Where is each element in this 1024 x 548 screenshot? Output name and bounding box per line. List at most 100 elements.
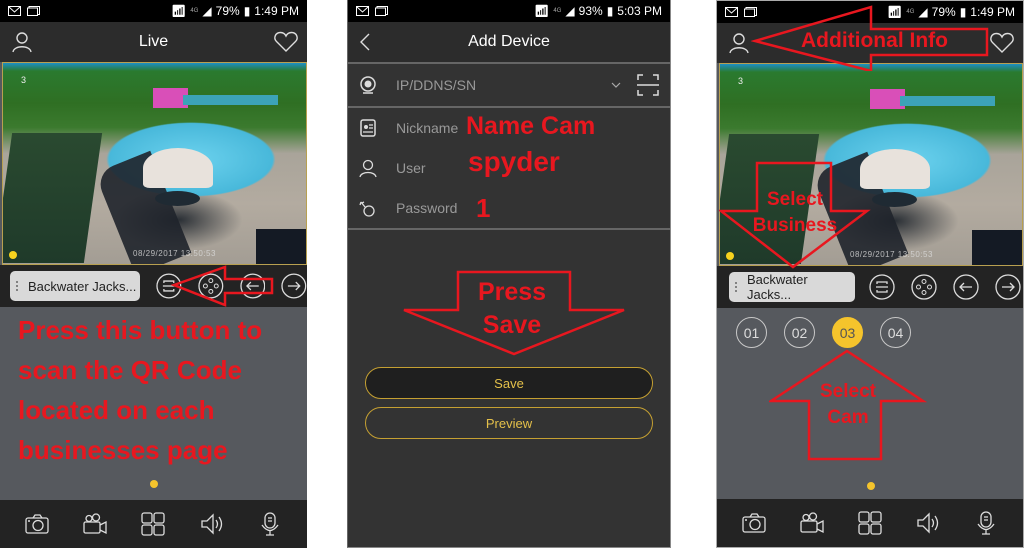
bottom-toolbar [717,499,1023,547]
video-timestamp: 08/29/2017 13:50:53 [133,249,216,258]
camera-number: 3 [738,76,744,86]
wifi-icon: 📶︎ [887,5,903,19]
status-bar: 📶︎ 4G ◢ 93% ▮ 5:03 PM [348,0,670,22]
live-screen: 📶︎ 4G ◢ 79% ▮ 1:49 PM Live 3 08/29/2017 … [0,0,307,548]
device-name: Backwater Jacks... [28,278,137,294]
annotation-password-value: 1 [476,193,491,223]
favorite-heart-icon[interactable] [989,31,1015,55]
multi-view-grid-icon[interactable] [139,510,167,538]
page-indicator [867,482,875,490]
wifi-icon: 📶︎ [171,4,187,18]
device-name: Backwater Jacks... [746,272,808,302]
battery-icon: ▮ [606,4,614,18]
nav-bar: Live [0,22,307,62]
nav-bar: Add Device [348,22,670,62]
page-title: Add Device [468,33,550,50]
qr-scan-icon[interactable] [156,273,182,299]
drag-handle-icon [16,281,22,291]
next-arrow-icon[interactable] [281,273,307,299]
add-device-screen: 📶︎ 4G ◢ 93% ▮ 5:03 PM Add Device IP/DDNS… [347,0,671,548]
dropdown-chevron-icon[interactable] [610,79,622,91]
password-field[interactable]: Password [348,190,670,226]
webcam-icon [360,76,376,94]
camera-number: 3 [21,75,27,85]
recording-indicator [726,252,734,260]
status-bar: 📶︎ 4G ◢ 79% ▮ 1:49 PM [717,1,1023,23]
snapshot-camera-icon[interactable] [740,509,768,537]
clock: 5:03 PM [617,4,662,18]
signal-icon: ◢ [202,4,212,18]
video-timestamp: 08/29/2017 13:50:53 [850,250,933,259]
drag-handle-icon [735,282,741,292]
talk-microphone-icon[interactable] [972,509,1000,537]
annotation-select-business: Select Business [752,189,838,236]
email-notification-icon [8,6,21,16]
save-button[interactable]: Save [365,367,653,399]
battery-percent: 93% [578,4,603,18]
next-arrow-icon[interactable] [995,274,1021,300]
ptz-control-icon[interactable] [198,273,224,299]
annotation-name-cam: Name Cam [466,112,596,140]
control-bar: Backwater Jacks... [0,265,307,307]
page-indicator [150,480,158,488]
nickname-label: Nickname [396,120,459,136]
user-icon[interactable] [727,31,751,55]
audio-speaker-icon[interactable] [198,510,226,538]
battery-icon: ▮ [959,5,967,19]
record-video-icon[interactable] [81,510,109,538]
qr-scan-icon[interactable] [869,274,895,300]
email-notification-icon [725,7,738,17]
channel-button-01[interactable]: 01 [736,317,767,348]
qr-scan-icon[interactable] [636,73,660,97]
clock: 1:49 PM [254,4,299,18]
signal-icon: ◢ [918,5,928,19]
channel-button-04[interactable]: 04 [880,317,911,348]
address-placeholder: IP/DDNS/SN [396,77,477,93]
key-icon [359,201,375,217]
id-card-icon [360,119,376,137]
annotation-select-cam: Select Cam [820,381,876,428]
battery-percent: 79% [931,5,956,19]
network-type: 4G [553,8,562,14]
clock: 1:49 PM [970,5,1015,19]
snapshot-camera-icon[interactable] [23,510,51,538]
user-icon [359,159,377,178]
user-label: User [396,160,426,176]
channel-button-02[interactable]: 02 [784,317,815,348]
device-selector[interactable]: Backwater Jacks... [729,272,855,302]
network-type: 4G [906,9,915,15]
live-video-feed[interactable]: 3 08/29/2017 13:50:53 [2,62,307,265]
annotation-qr-instructions: Press this button to scan the QR Code lo… [18,315,263,465]
previous-arrow-icon[interactable] [240,273,266,299]
talk-microphone-icon[interactable] [256,510,284,538]
page-title: Live [138,33,169,50]
ptz-control-icon[interactable] [911,274,937,300]
email-notification-icon [356,6,369,16]
user-icon[interactable] [10,30,34,54]
multi-view-grid-icon[interactable] [856,509,884,537]
previous-arrow-icon[interactable] [953,274,979,300]
message-notification-icon [375,6,388,16]
battery-percent: 79% [215,4,240,18]
device-selector[interactable]: Backwater Jacks... [10,271,141,301]
favorite-heart-icon[interactable] [273,30,299,54]
message-notification-icon [744,7,757,17]
message-notification-icon [27,6,40,16]
control-bar: Backwater Jacks... [717,266,1023,308]
address-field[interactable]: IP/DDNS/SN [348,64,670,106]
recording-indicator [9,251,17,259]
preview-button[interactable]: Preview [365,407,653,439]
annotation-press-save: Press Save [477,278,547,339]
annotation-additional-info: Additional Info [801,29,948,52]
wifi-icon: 📶︎ [534,4,550,18]
bottom-toolbar [0,500,307,548]
audio-speaker-icon[interactable] [914,509,942,537]
channel-button-03[interactable]: 03 [832,317,863,348]
battery-icon: ▮ [243,4,251,18]
record-video-icon[interactable] [798,509,826,537]
signal-icon: ◢ [565,4,575,18]
status-bar: 📶︎ 4G ◢ 79% ▮ 1:49 PM [0,0,307,22]
annotation-user-value: spyder [468,146,560,177]
live-screen-channels: 📶︎ 4G ◢ 79% ▮ 1:49 PM 3 08/29/2017 13:50… [716,0,1024,548]
back-chevron-icon[interactable] [354,30,378,54]
